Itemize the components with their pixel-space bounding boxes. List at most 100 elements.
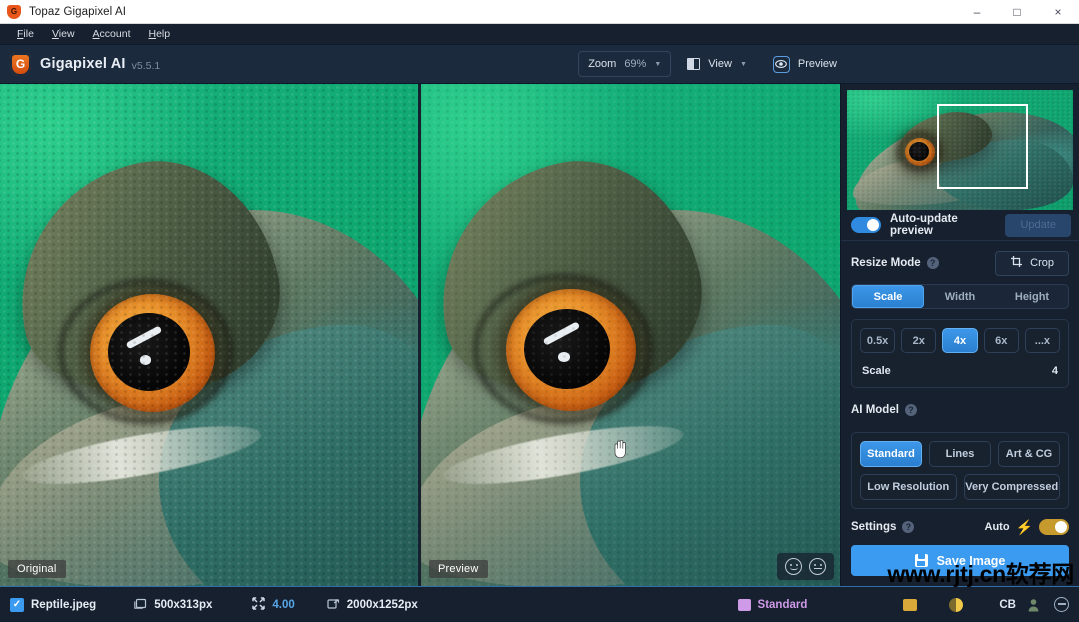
navigator-viewport-rect[interactable] — [937, 104, 1027, 188]
scale-item: 4.00 — [252, 597, 294, 612]
save-section: Save Image — [841, 535, 1079, 586]
ai-model-lines[interactable]: Lines — [929, 441, 991, 467]
original-label: Original — [8, 560, 66, 578]
crop-icon — [1010, 255, 1023, 271]
texture-icon[interactable] — [903, 599, 917, 611]
scale-chips: 0.5x 2x 4x 6x ...x — [860, 328, 1060, 353]
original-pane[interactable]: Original — [0, 84, 418, 586]
brand-name: Gigapixel AI — [40, 56, 126, 72]
ai-model-section: AI Model ? Standard Lines Art & CG Low R… — [841, 388, 1079, 509]
scale-chip-0.5x[interactable]: 0.5x — [860, 328, 895, 353]
file-entry[interactable]: ✓ Reptile.jpeg — [10, 598, 96, 612]
gigapixel-app-window: G Topaz Gigapixel AI – □ × File View Acc… — [0, 0, 1079, 622]
input-size-item: 500x313px — [134, 598, 212, 612]
color-mode-label[interactable]: CB — [999, 599, 1016, 611]
eye-icon — [773, 56, 790, 73]
input-size: 500x313px — [154, 599, 212, 611]
output-size-item: 2000x1252px — [327, 598, 418, 612]
save-image-button[interactable]: Save Image — [851, 545, 1069, 576]
image-canvas[interactable]: Original — [0, 84, 840, 586]
minimize-button[interactable]: – — [957, 0, 997, 24]
menu-item-help[interactable]: Help — [139, 24, 179, 45]
resize-arrows-icon — [252, 597, 265, 612]
scale-chip-2x[interactable]: 2x — [901, 328, 936, 353]
auto-update-toggle[interactable] — [851, 217, 881, 233]
file-checkbox[interactable]: ✓ — [10, 598, 24, 612]
model-indicator[interactable]: Standard — [738, 599, 808, 611]
help-icon[interactable]: ? — [927, 257, 939, 269]
contrast-icon[interactable] — [949, 598, 963, 612]
right-panel: Auto-update preview Update Resize Mode ?… — [840, 84, 1079, 586]
lightning-bolt-icon: ⚡ — [1016, 520, 1033, 534]
menu-item-account[interactable]: Account — [84, 24, 140, 45]
app-toolbar: G Gigapixel AI v5.5.1 Zoom 69% ▼ View ▼ … — [0, 45, 1079, 84]
original-image — [0, 84, 418, 586]
help-icon[interactable]: ? — [902, 521, 914, 533]
navigator-thumbnail[interactable] — [847, 90, 1073, 210]
scale-value[interactable]: 4 — [1052, 365, 1058, 377]
scale-value-row: Scale 4 — [860, 365, 1060, 379]
feedback-buttons — [777, 553, 834, 580]
ai-model-very-compressed[interactable]: Very Compressed — [964, 474, 1061, 500]
scale-box: 0.5x 2x 4x 6x ...x Scale 4 — [851, 319, 1069, 388]
menu-item-view[interactable]: View — [43, 24, 84, 45]
ai-model-low-resolution[interactable]: Low Resolution — [860, 474, 957, 500]
scale-chip-6x[interactable]: 6x — [984, 328, 1019, 353]
crop-button[interactable]: Crop — [995, 251, 1069, 276]
window-controls: – □ × — [957, 0, 1079, 24]
ai-model-standard[interactable]: Standard — [860, 441, 922, 467]
status-right-group: Standard CB — [738, 597, 1069, 612]
preview-image — [421, 84, 840, 586]
window-title: Topaz Gigapixel AI — [29, 6, 126, 18]
resize-mode-scale[interactable]: Scale — [852, 285, 924, 308]
update-button[interactable]: Update — [1005, 214, 1071, 237]
preview-label: Preview — [429, 560, 488, 578]
close-button[interactable]: × — [1037, 0, 1079, 24]
happy-face-icon[interactable] — [785, 558, 802, 575]
zoom-value: 69% — [624, 58, 646, 70]
zoom-label: Zoom — [588, 58, 616, 70]
gigapixel-logo-icon: G — [10, 53, 31, 76]
scale-chip-custom[interactable]: ...x — [1025, 328, 1060, 353]
minus-circle-icon[interactable] — [1054, 597, 1069, 612]
output-size: 2000x1252px — [347, 599, 418, 611]
title-bar: G Topaz Gigapixel AI – □ × — [0, 0, 1079, 24]
resize-mode-title: Resize Mode — [851, 257, 921, 269]
settings-row: Settings ? Auto ⚡ — [841, 509, 1079, 535]
help-icon[interactable]: ? — [905, 404, 917, 416]
preview-toggle[interactable]: Preview — [763, 51, 847, 77]
floppy-disk-icon — [915, 554, 928, 567]
resize-mode-segmented: Scale Width Height — [851, 284, 1069, 309]
auto-update-row: Auto-update preview Update — [841, 210, 1079, 241]
menu-item-file[interactable]: File — [8, 24, 43, 45]
zoom-control[interactable]: Zoom 69% ▼ — [578, 51, 671, 77]
view-control[interactable]: View ▼ — [677, 51, 757, 77]
ai-model-box: Standard Lines Art & CG Low Resolution V… — [851, 432, 1069, 509]
ai-model-row-1: Standard Lines Art & CG — [860, 441, 1060, 467]
ai-model-header: AI Model ? — [851, 398, 1069, 422]
brand: G Gigapixel AI v5.5.1 — [0, 53, 160, 76]
toolbar-tools: Zoom 69% ▼ View ▼ Preview — [578, 51, 1079, 77]
resize-mode-section: Resize Mode ? Crop Scale Width Height — [841, 241, 1079, 388]
resize-mode-height[interactable]: Height — [996, 285, 1068, 308]
topaz-shield-icon: G — [7, 5, 21, 19]
settings-title: Settings — [851, 521, 896, 533]
neutral-face-icon[interactable] — [809, 558, 826, 575]
preview-pane[interactable]: Preview — [421, 84, 840, 586]
brand-version: v5.5.1 — [132, 60, 161, 72]
resize-mode-width[interactable]: Width — [924, 285, 996, 308]
menu-bar: File View Account Help — [0, 24, 1079, 45]
ai-model-grid: Standard Lines Art & CG Low Resolution V… — [860, 441, 1060, 500]
scale-chip-4x[interactable]: 4x — [942, 328, 977, 353]
preview-label: Preview — [798, 58, 837, 70]
person-icon[interactable] — [1027, 598, 1040, 612]
app-body: Original — [0, 84, 1079, 586]
settings-auto-toggle[interactable] — [1039, 519, 1069, 535]
maximize-button[interactable]: □ — [997, 0, 1037, 24]
image-out-icon — [327, 598, 340, 612]
model-name: Standard — [758, 599, 808, 611]
view-label: View — [708, 58, 732, 70]
ai-model-art-cg[interactable]: Art & CG — [998, 441, 1060, 467]
ai-model-title: AI Model — [851, 404, 899, 416]
crop-label: Crop — [1030, 257, 1054, 269]
